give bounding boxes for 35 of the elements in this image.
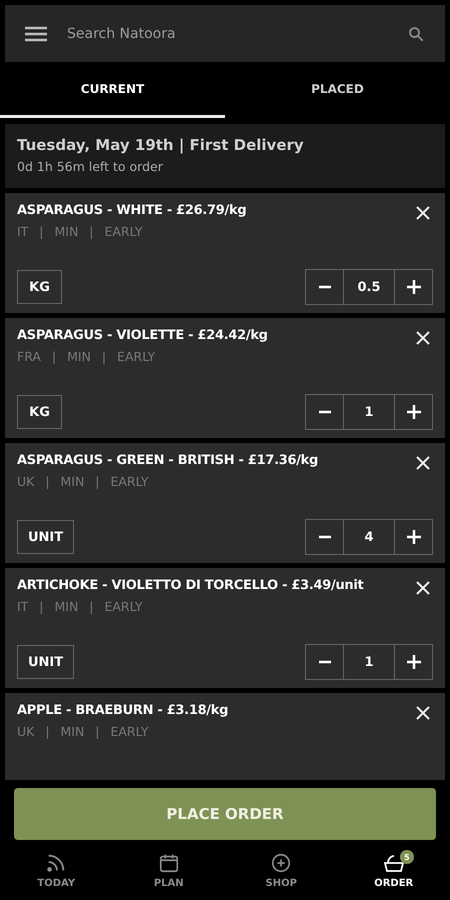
product-name: ASPARAGUS - GREEN - BRITISH - £17.36/kg bbox=[17, 453, 318, 468]
search-icon[interactable] bbox=[407, 24, 425, 42]
product-details: IT | MIN | EARLY bbox=[17, 599, 144, 614]
unit-button[interactable]: UNIT bbox=[17, 645, 74, 679]
plus-icon bbox=[406, 279, 422, 295]
unit-button[interactable]: KG bbox=[17, 395, 62, 429]
nav-item[interactable]: TODAY bbox=[0, 840, 112, 900]
tab[interactable]: PLACED bbox=[225, 62, 450, 118]
count-badge: 5 bbox=[400, 850, 414, 864]
order-countdown: 0d 1h 56m left to order bbox=[17, 159, 164, 174]
menu-icon[interactable] bbox=[25, 26, 47, 42]
product-details: UK | MIN | EARLY bbox=[17, 474, 150, 489]
add-icon bbox=[270, 852, 292, 874]
nav-item[interactable]: 5 ORDER bbox=[338, 840, 450, 900]
quantity-value: 1 bbox=[343, 645, 395, 679]
product-name: ASPARAGUS - VIOLETTE - £24.42/kg bbox=[17, 328, 268, 343]
nav-item[interactable]: SHOP bbox=[225, 840, 338, 900]
plus-icon bbox=[406, 529, 422, 545]
product-details: FRA | MIN | EARLY bbox=[17, 349, 156, 364]
quantity-value: 1 bbox=[343, 395, 395, 429]
product-name: ARTICHOKE - VIOLETTO DI TORCELLO - £3.49/unit bbox=[17, 578, 364, 593]
delivery-title: Tuesday, May 19th | First Delivery bbox=[17, 136, 305, 154]
product-details: IT | MIN | EARLY bbox=[17, 224, 144, 239]
product-name: APPLE - BRAEBURN - £3.18/kg bbox=[17, 703, 228, 718]
product-name: ASPARAGUS - WHITE - £26.79/kg bbox=[17, 203, 246, 218]
search-field[interactable]: Search Natoora bbox=[65, 24, 389, 42]
quantity-value: 0.5 bbox=[343, 270, 395, 304]
quantity-value: 4 bbox=[343, 520, 395, 554]
product-details: UK | MIN | EARLY bbox=[17, 724, 150, 739]
plus-icon bbox=[406, 404, 422, 420]
nav-item[interactable]: PLAN bbox=[112, 840, 225, 900]
tab[interactable]: CURRENT bbox=[0, 62, 225, 118]
unit-button[interactable]: KG bbox=[17, 270, 62, 304]
plus-icon bbox=[406, 654, 422, 670]
unit-button[interactable]: UNIT bbox=[17, 520, 74, 554]
